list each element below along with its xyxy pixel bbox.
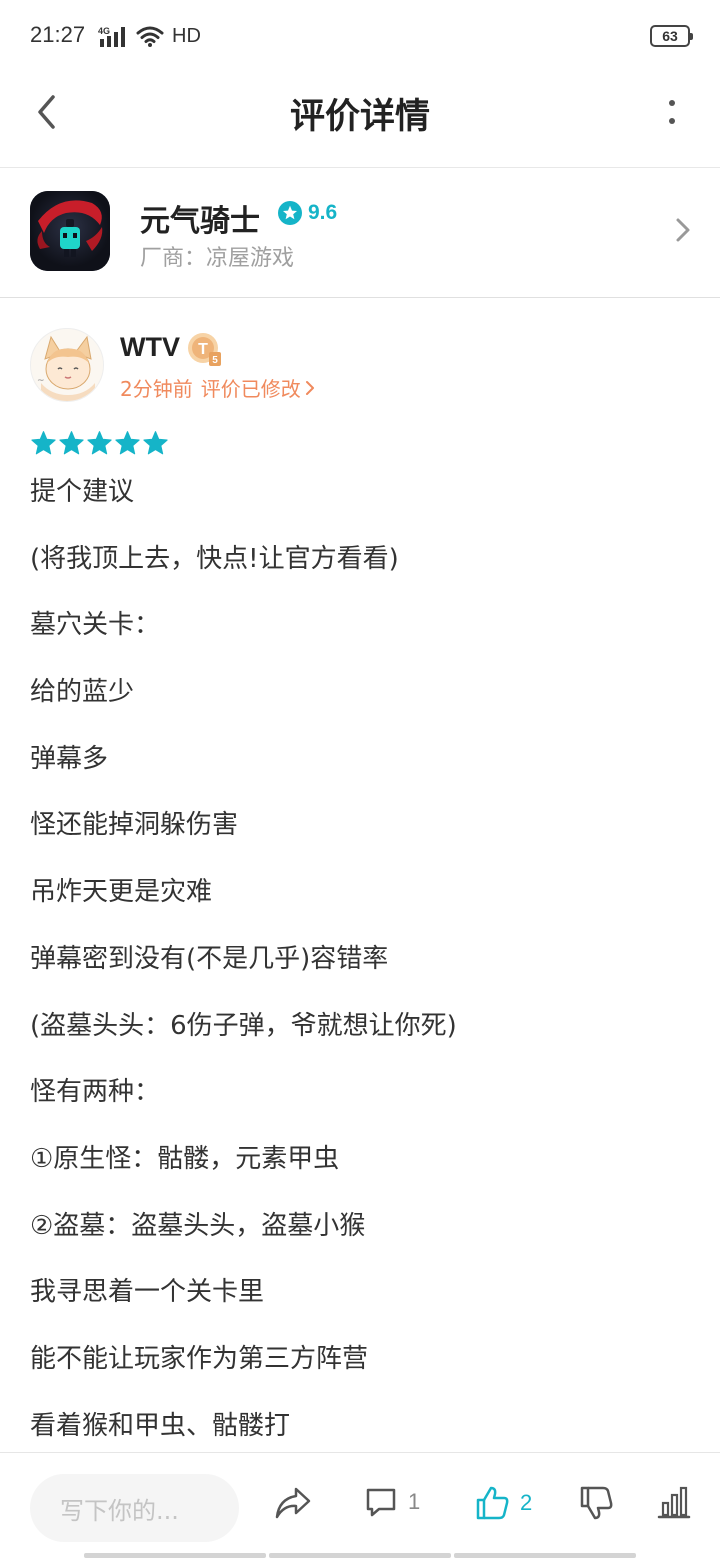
- comment-count: 1: [408, 1489, 421, 1514]
- dislike-button[interactable]: [578, 1485, 614, 1521]
- more-options-button[interactable]: [660, 94, 684, 130]
- review-edited-label: 评价已修改: [200, 377, 301, 401]
- user-level-badge-icon: T 5: [188, 333, 221, 366]
- star-icon: [87, 431, 112, 455]
- status-bar: 21:27 4G HD 63: [0, 0, 720, 72]
- review-line: (将我顶上去，快点!让官方看看): [30, 543, 399, 574]
- review-line: 吊炸天更是灾难: [30, 877, 213, 908]
- comments-button[interactable]: 1: [364, 1485, 420, 1519]
- comment-input[interactable]: 写下你的...: [30, 1474, 239, 1542]
- review-line: 给的蓝少: [30, 677, 135, 708]
- app-detail-arrow[interactable]: [670, 216, 694, 244]
- like-button[interactable]: 2: [474, 1485, 532, 1521]
- home-indicator-segment: [269, 1553, 451, 1558]
- review-line: ①原生怪：骷髅，元素甲虫: [30, 1143, 340, 1174]
- user-name[interactable]: WTV: [120, 332, 180, 363]
- review-line: 墓穴关卡：: [30, 610, 161, 641]
- review-meta: 2分钟前 评价已修改: [120, 373, 315, 402]
- bottom-action-bar: 写下你的... 1 2: [0, 1452, 720, 1560]
- thumbs-down-icon: [580, 1486, 613, 1520]
- chevron-right-small-icon: [305, 380, 314, 395]
- review-line: ②盗墓：盗墓头头，盗墓小猴: [30, 1210, 366, 1241]
- avatar[interactable]: ~: [30, 328, 104, 402]
- review-line: (盗墓头头：6伤子弹，爷就想让你死): [30, 1010, 457, 1041]
- page-title: 评价详情: [289, 97, 430, 137]
- like-count: 2: [520, 1490, 533, 1515]
- home-indicator-segment: [84, 1553, 266, 1558]
- wifi-icon: [136, 26, 164, 47]
- bar-chart-icon: [657, 1486, 691, 1519]
- hd-label: HD: [172, 24, 201, 47]
- review-line: 能不能让玩家作为第三方阵营: [30, 1343, 369, 1374]
- svg-text:~: ~: [37, 376, 45, 386]
- user-avatar-icon: ~: [31, 329, 103, 401]
- review-line: 怪还能掉洞躲伤害: [30, 810, 239, 841]
- share-icon: [275, 1487, 311, 1519]
- title-bar: 评价详情: [0, 72, 720, 168]
- review-line: 弹幕密到没有(不是几乎)容错率: [30, 943, 389, 974]
- rating-star-badge-icon: [278, 201, 302, 225]
- share-button[interactable]: [274, 1485, 312, 1521]
- comment-icon: [366, 1488, 396, 1517]
- more-dot: [669, 100, 675, 106]
- status-icons: 4G HD: [98, 24, 201, 48]
- review-line: 弹幕多: [30, 743, 109, 774]
- review-line: 怪有两种：: [30, 1077, 161, 1108]
- chevron-right-icon: [676, 218, 690, 242]
- rating-value: 9.6: [308, 201, 338, 224]
- battery-icon: 63: [650, 25, 693, 47]
- app-card[interactable]: 元气骑士 9.6 厂商：凉屋游戏: [0, 168, 720, 298]
- review-body: 提个建议 (将我顶上去，快点!让官方看看) 墓穴关卡： 给的蓝少 弹幕多 怪还能…: [30, 466, 690, 1466]
- comment-placeholder: 写下你的...: [60, 1496, 179, 1525]
- svg-text:T: T: [198, 341, 208, 358]
- status-time: 21:27: [30, 22, 86, 47]
- battery-level: 63: [662, 28, 678, 44]
- home-indicator-segment: [454, 1553, 636, 1558]
- svg-text:5: 5: [212, 355, 218, 366]
- star-icon: [143, 431, 168, 455]
- star-icon: [59, 431, 84, 455]
- stats-button[interactable]: [656, 1485, 692, 1519]
- app-name[interactable]: 元气骑士: [140, 196, 260, 240]
- cellular-signal-icon: 4G: [98, 26, 125, 47]
- network-type-label: 4G: [98, 26, 110, 36]
- app-developer: 厂商：凉屋游戏: [140, 246, 295, 271]
- more-dot: [669, 118, 675, 124]
- app-icon[interactable]: [30, 191, 110, 271]
- star-icon: [115, 431, 140, 455]
- home-indicator: [84, 1553, 636, 1558]
- star-icon: [31, 431, 56, 455]
- review-line: 我寻思着一个关卡里: [30, 1277, 265, 1308]
- app-rating: 9.6: [278, 201, 337, 225]
- review-star-rating: [30, 430, 169, 456]
- soul-knight-logo-icon: [30, 191, 110, 271]
- thumbs-up-icon: [476, 1486, 509, 1520]
- review-line: 提个建议: [30, 477, 135, 507]
- review-edited-link[interactable]: 评价已修改: [201, 373, 315, 402]
- review-time: 2分钟前: [120, 377, 193, 401]
